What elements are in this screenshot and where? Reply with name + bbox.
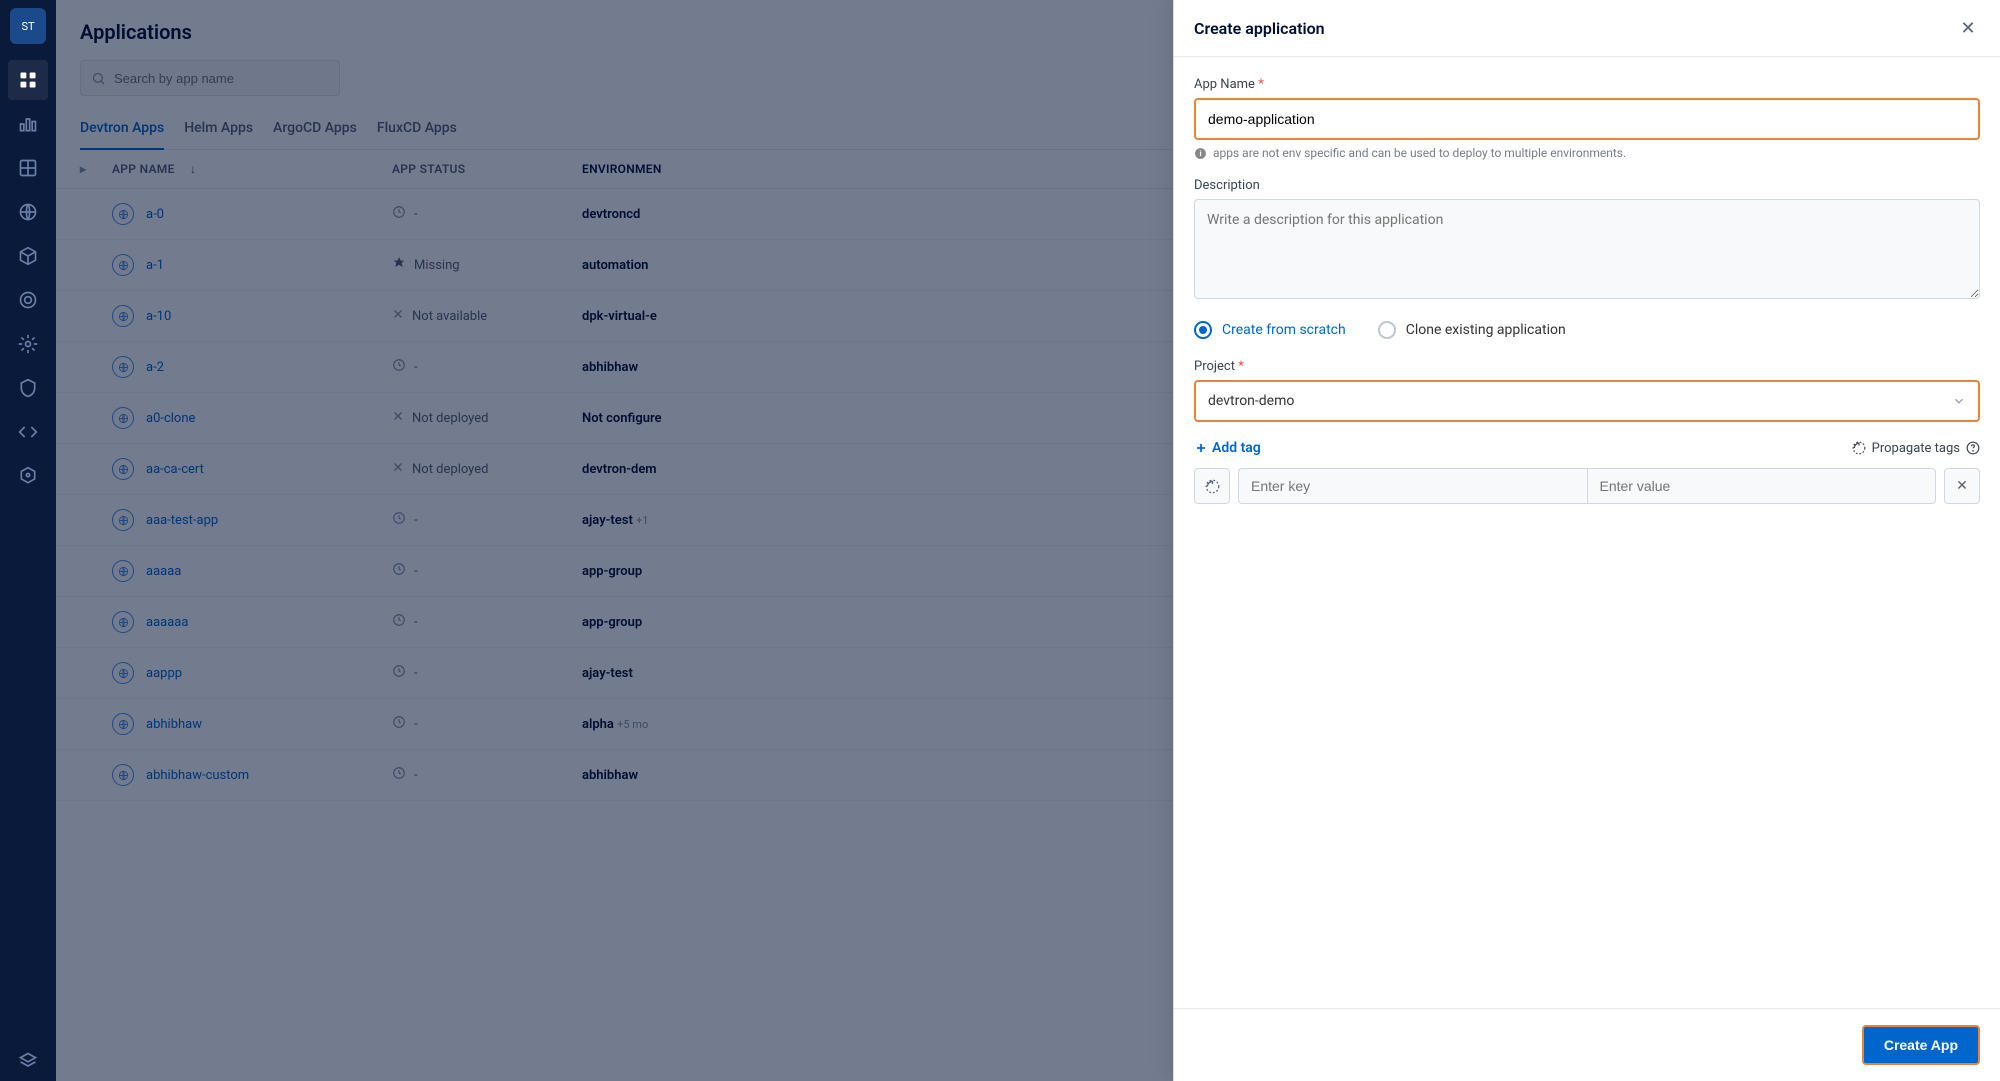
tag-value-input[interactable] [1587,468,1937,504]
app-name-hint: i apps are not env specific and can be u… [1194,146,1980,160]
info-icon: i [1194,147,1207,160]
app-name-input[interactable] [1194,98,1980,140]
create-app-button[interactable]: Create App [1862,1025,1980,1065]
nav-apps-icon[interactable] [8,60,48,100]
nav-cube-icon[interactable] [8,236,48,276]
app-name-label: App Name * [1194,77,1980,92]
nav-chart-icon[interactable] [8,104,48,144]
nav-grid-icon[interactable] [8,148,48,188]
add-tag-button[interactable]: Add tag [1194,440,1261,456]
svg-text:i: i [1199,149,1201,158]
drawer-title: Create application [1194,19,1325,38]
tag-key-input[interactable] [1238,468,1587,504]
nav-gear-icon[interactable] [8,324,48,364]
project-label: Project * [1194,359,1980,374]
propagate-tags-button[interactable]: Propagate tags [1852,441,1980,456]
create-app-drawer: Create application ✕ App Name * i apps a… [1173,0,2000,1081]
radio-clone-existing[interactable]: Clone existing application [1378,321,1566,339]
tag-input-row: ✕ [1194,468,1980,504]
logo[interactable]: ST [10,8,46,44]
tag-propagate-toggle[interactable] [1194,468,1230,504]
left-navigation: ST [0,0,56,1081]
drawer-body: App Name * i apps are not env specific a… [1174,57,2000,1008]
description-textarea[interactable] [1194,199,1980,299]
close-icon[interactable]: ✕ [1956,16,1980,40]
nav-shield-icon[interactable] [8,368,48,408]
propagate-icon [1852,441,1866,455]
chevron-down-icon [1952,394,1966,408]
radio-create-scratch[interactable]: Create from scratch [1194,321,1346,339]
plus-icon [1194,441,1208,455]
tag-remove-button[interactable]: ✕ [1944,468,1980,504]
nav-globe-icon[interactable] [8,192,48,232]
nav-code-icon[interactable] [8,412,48,452]
drawer-header: Create application ✕ [1174,0,2000,57]
creation-mode-radios: Create from scratch Clone existing appli… [1194,321,1980,339]
nav-hexagon-icon[interactable] [8,456,48,496]
tag-actions: Add tag Propagate tags [1194,440,1980,456]
description-label: Description [1194,178,1980,193]
nav-target-icon[interactable] [8,280,48,320]
help-icon [1966,441,1980,455]
nav-layers-icon[interactable] [8,1041,48,1081]
project-select[interactable]: devtron-demo [1194,380,1980,422]
drawer-footer: Create App [1174,1008,2000,1081]
